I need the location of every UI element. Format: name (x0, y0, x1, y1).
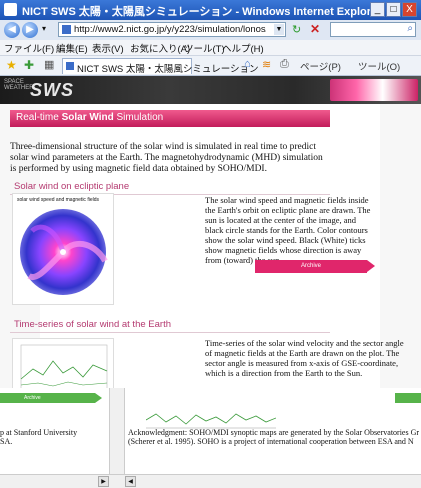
title-prefix: Real-time (16, 112, 59, 123)
archive-button-ecliptic[interactable]: Archive (255, 260, 375, 273)
window-titlebar: NICT SWS 太陽・太陽風シミュレーション - Windows Intern… (0, 0, 421, 20)
left-frame-text: p at Stanford University SA. (0, 428, 78, 446)
menu-help[interactable]: ヘルプ(H) (222, 41, 264, 55)
add-favorites-icon[interactable]: ✚ (24, 58, 34, 72)
scroll-right-icon[interactable]: ▶ (98, 476, 109, 487)
menu-view[interactable]: 表示(V) (92, 41, 124, 55)
minimize-button[interactable]: _ (370, 2, 385, 17)
url-dropdown-icon[interactable]: ▼ (274, 24, 284, 35)
page-title-bar: Real-time Solar Wind Simulation (10, 110, 330, 127)
tab-list-icon[interactable]: ▦ (44, 58, 54, 71)
menu-bar: ファイル(F) 編集(E) 表示(V) お気に入り(A) ツール(T) ヘルプ(… (0, 40, 421, 56)
menu-edit[interactable]: 編集(E) (56, 41, 88, 55)
solar-wind-image (20, 209, 108, 295)
print-icon[interactable]: ⎙ (280, 58, 289, 71)
section-timeseries-header: Time-series of solar wind at the Earth (10, 318, 330, 333)
section-ecliptic-text: The solar wind speed and magnetic fields… (205, 195, 371, 265)
forward-button[interactable]: ▶ (22, 22, 38, 38)
tab-page-icon (66, 62, 74, 70)
vertical-scrollbar[interactable] (109, 388, 125, 487)
figure-caption: solar wind speed and magnetic fields (17, 197, 99, 203)
menu-favorites[interactable]: お気に入り(A) (130, 41, 190, 55)
refresh-icon[interactable]: ↻ (292, 23, 301, 36)
page-viewport: SPACE WEATHER SWS Real-time Solar Wind S… (0, 76, 421, 400)
archive-button-green-right[interactable] (395, 393, 421, 403)
scroll-left-icon[interactable]: ◀ (125, 476, 136, 487)
url-field[interactable]: http://www2.nict.go.jp/y/y223/simulation… (58, 22, 286, 37)
horizontal-scrollbar-left[interactable]: ▶ (0, 474, 123, 488)
site-logo[interactable]: SWS (30, 80, 74, 101)
banner-art (330, 79, 418, 101)
page-menu[interactable]: ページ(P) (300, 59, 341, 73)
tab-label: NICT SWS 太陽・太陽風シミュレーション (77, 64, 259, 75)
menu-tools[interactable]: ツール(T) (184, 41, 225, 55)
back-button[interactable]: ◀ (4, 22, 20, 38)
horizontal-scrollbar-right[interactable]: ◀ (123, 474, 421, 488)
lower-frame: Archive p at Stanford University SA. Ack… (0, 388, 421, 488)
window-title: NICT SWS 太陽・太陽風シミュレーション - Windows Intern… (22, 6, 382, 18)
close-button[interactable]: X (402, 2, 417, 17)
stop-icon[interactable]: ✕ (310, 22, 320, 36)
site-banner: SPACE WEATHER SWS (0, 76, 421, 104)
search-icon[interactable]: ⌕ (407, 23, 413, 34)
page-icon (62, 25, 71, 34)
home-icon[interactable]: ⌂ (244, 58, 251, 70)
ie-icon (4, 3, 17, 16)
ecliptic-figure[interactable]: solar wind speed and magnetic fields (12, 193, 114, 305)
menu-file[interactable]: ファイル(F) (4, 41, 54, 55)
search-input[interactable]: ⌕ (330, 22, 416, 37)
page-title: Real-time Solar Wind Simulation (16, 112, 163, 123)
address-bar: ◀ ▶ ▾ http://www2.nict.go.jp/y/y223/simu… (0, 20, 421, 40)
maximize-button[interactable]: □ (386, 2, 401, 17)
title-suffix: Simulation (116, 112, 164, 123)
title-bold: Solar Wind (61, 112, 114, 123)
intro-text: Three-dimensional structure of the solar… (10, 142, 323, 174)
feeds-icon[interactable]: ≋ (262, 58, 271, 71)
tab-current[interactable]: NICT SWS 太陽・太陽風シミュレーション (62, 58, 259, 75)
section-timeseries-text: Time-series of the solar wind velocity a… (205, 338, 404, 378)
history-dropdown-icon[interactable]: ▾ (42, 24, 46, 33)
acknowledgment-text: Acknowledgment: SOHO/MDI synoptic maps a… (128, 428, 420, 446)
favorites-star-icon[interactable]: ★ (6, 58, 17, 72)
section-ecliptic-title: Solar wind on ecliptic plane (14, 181, 130, 192)
archive-button-green[interactable]: Archive (0, 393, 102, 403)
url-text: http://www2.nict.go.jp/y/y223/simulation… (74, 24, 266, 35)
tools-menu[interactable]: ツール(O) (358, 59, 400, 73)
mini-timeseries-plot (146, 413, 276, 429)
command-bar: ★ ✚ ▦ NICT SWS 太陽・太陽風シミュレーション ⌂ ≋ ⎙ ページ(… (0, 56, 421, 76)
section-timeseries-title: Time-series of solar wind at the Earth (14, 319, 171, 330)
